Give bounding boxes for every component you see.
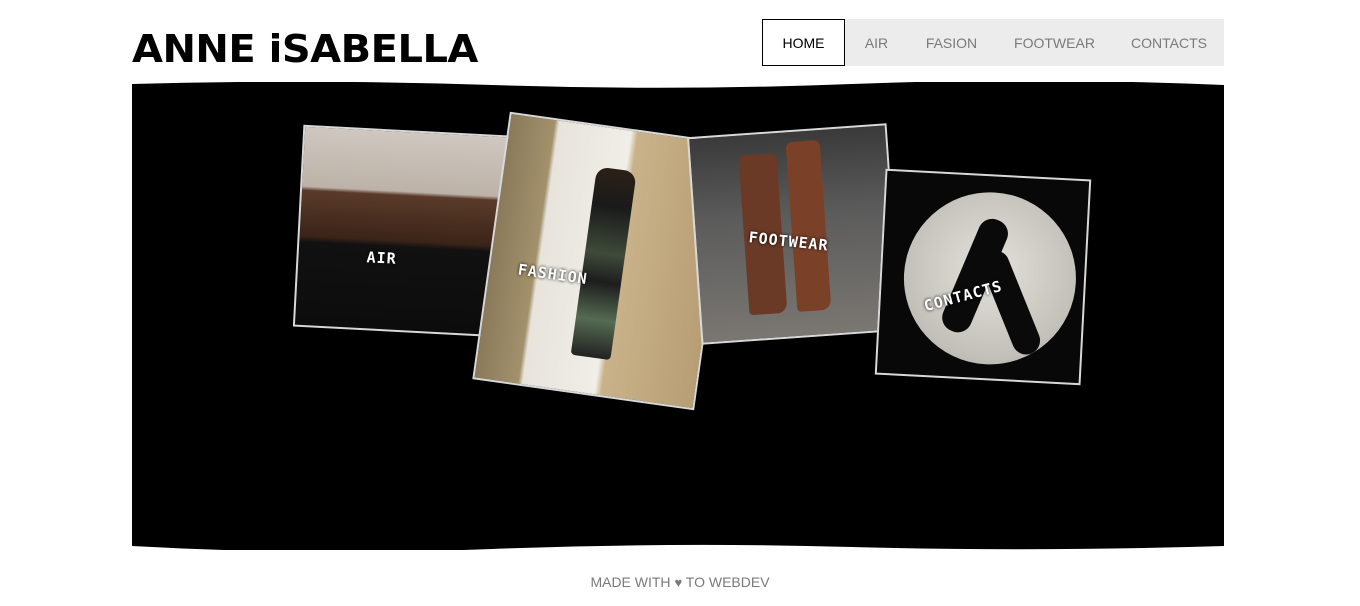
footer-suffix: TO WEBDEV — [685, 574, 770, 590]
boot-right — [785, 139, 832, 312]
footer-prefix: MADE WITH — [590, 574, 671, 590]
gallery-card-air[interactable]: AIR — [292, 124, 510, 338]
site-logo[interactable]: ANNE iSABELLA — [132, 28, 478, 72]
nav-item-footwear[interactable]: FOOTWEAR — [995, 19, 1114, 66]
nav-item-home[interactable]: HOME — [762, 19, 845, 66]
gallery-card-contacts[interactable]: CONTACTS — [874, 168, 1092, 386]
nav-item-air[interactable]: AIR — [845, 19, 908, 66]
heart-icon: ♥ — [674, 575, 683, 590]
model-figure — [570, 166, 637, 361]
nav-item-contacts[interactable]: CONTACTS — [1114, 19, 1224, 66]
nav-item-fasion[interactable]: FASION — [908, 19, 995, 66]
gallery-card-fashion-label: FASHION — [516, 260, 589, 289]
gallery-card-air-label: AIR — [366, 248, 398, 268]
hero-banner: AIR FASHION FOOTWEAR CONTACTS — [132, 82, 1224, 550]
main-nav: HOME AIR FASION FOOTWEAR CONTACTS — [762, 19, 1224, 66]
site-footer: MADE WITH ♥ TO WEBDEV — [0, 574, 1360, 590]
gallery-card-footwear[interactable]: FOOTWEAR — [686, 123, 902, 345]
